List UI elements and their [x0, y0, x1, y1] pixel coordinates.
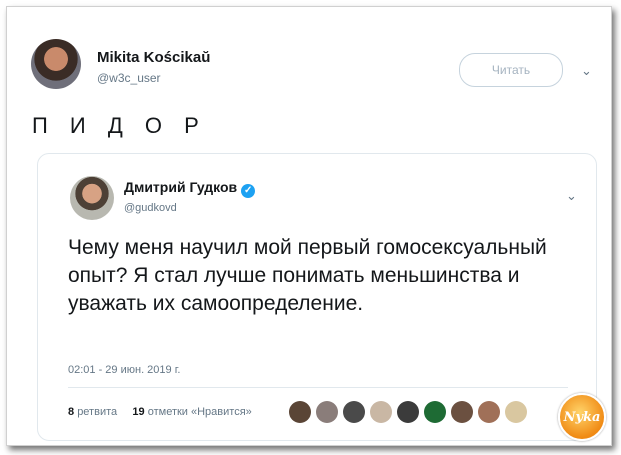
quoted-author-name-row[interactable]: Дмитрий Гудков ✓ — [124, 179, 256, 198]
quoted-author-handle[interactable]: @gudkovd — [124, 202, 177, 214]
quoted-author-name[interactable]: Дмитрий Гудков — [124, 179, 237, 195]
quoted-tweet-date[interactable]: 02:01 - 29 июн. 2019 г. — [68, 364, 180, 376]
chevron-down-icon[interactable]: ⌄ — [581, 63, 592, 79]
liker-avatar[interactable] — [451, 401, 473, 423]
verified-badge-icon: ✓ — [241, 184, 256, 198]
watermark-logo: Nyka — [558, 393, 606, 441]
liker-avatar[interactable] — [343, 401, 365, 423]
engagement-stats: 8 ретвита 19 отметки «Нравится» — [68, 406, 252, 418]
liker-avatar[interactable] — [505, 401, 527, 423]
liker-avatars — [289, 401, 527, 423]
author-handle[interactable]: @w3c_user — [97, 71, 161, 85]
liker-avatar[interactable] — [370, 401, 392, 423]
tweet-text: П И Д О Р — [32, 113, 207, 138]
liker-avatar[interactable] — [424, 401, 446, 423]
author-name[interactable]: Mikita Kościkaŭ — [97, 49, 210, 66]
retweets-label[interactable]: ретвита — [77, 406, 117, 418]
quoted-tweet-text: Чему меня научил мой первый гомосексуаль… — [68, 236, 547, 315]
quoted-author-avatar[interactable] — [70, 176, 114, 220]
divider — [68, 387, 568, 388]
likes-label[interactable]: отметки «Нравится» — [148, 406, 252, 418]
likes-count[interactable]: 19 — [132, 406, 144, 418]
retweets-count[interactable]: 8 — [68, 406, 74, 418]
liker-avatar[interactable] — [316, 401, 338, 423]
liker-avatar[interactable] — [289, 401, 311, 423]
chevron-down-icon[interactable]: ⌄ — [566, 188, 577, 204]
liker-avatar[interactable] — [478, 401, 500, 423]
follow-button[interactable]: Читать — [459, 53, 563, 87]
tweet-card: Mikita Kościkaŭ @w3c_user Читать ⌄ П И Д… — [6, 6, 612, 446]
liker-avatar[interactable] — [397, 401, 419, 423]
quoted-tweet[interactable]: Дмитрий Гудков ✓ @gudkovd ⌄ Чему меня нау… — [37, 153, 597, 441]
author-avatar[interactable] — [31, 39, 81, 89]
